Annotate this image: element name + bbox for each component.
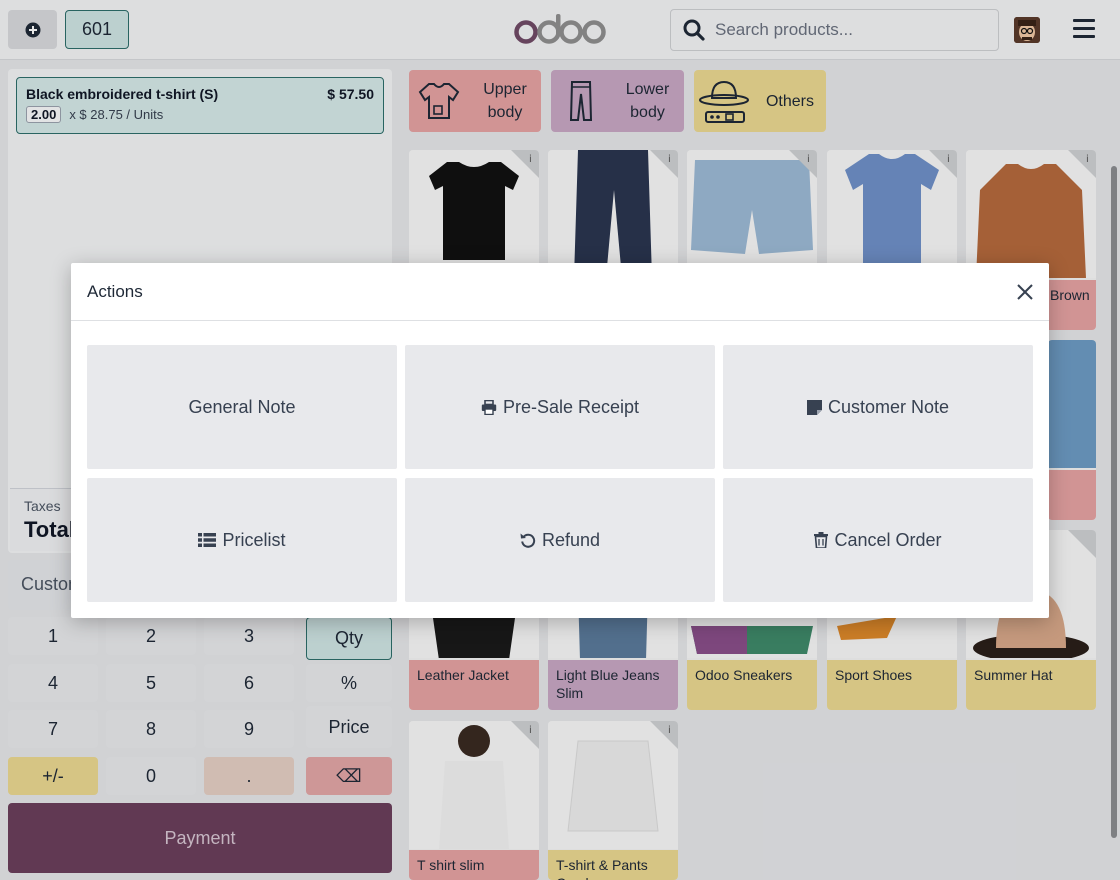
cancel-order-label: Cancel Order <box>834 529 942 550</box>
dialog-header: Actions <box>71 263 1049 321</box>
pricelist-button[interactable]: Pricelist <box>87 478 397 602</box>
undo-icon <box>520 533 536 548</box>
list-icon <box>198 533 217 547</box>
customer-note-button[interactable]: Customer Note <box>723 345 1033 469</box>
sticky-note-icon <box>806 399 822 415</box>
printer-icon <box>481 399 497 415</box>
pre-sale-receipt-label: Pre-Sale Receipt <box>502 396 640 417</box>
pre-sale-receipt-button[interactable]: Pre-Sale Receipt <box>405 345 715 469</box>
refund-button[interactable]: Refund <box>405 478 715 602</box>
actions-dialog: Actions General Note Pre-Sale Receipt Cu… <box>71 263 1049 618</box>
refund-label: Refund <box>541 529 601 550</box>
customer-note-label: Customer Note <box>827 396 950 417</box>
cancel-order-button[interactable]: Cancel Order <box>723 478 1033 602</box>
pricelist-label: Pricelist <box>222 529 286 550</box>
dialog-title: Actions <box>87 281 143 301</box>
close-icon[interactable] <box>1013 280 1037 304</box>
trash-icon <box>814 532 829 548</box>
general-note-label: General Note <box>188 396 296 417</box>
general-note-button[interactable]: General Note <box>87 345 397 469</box>
